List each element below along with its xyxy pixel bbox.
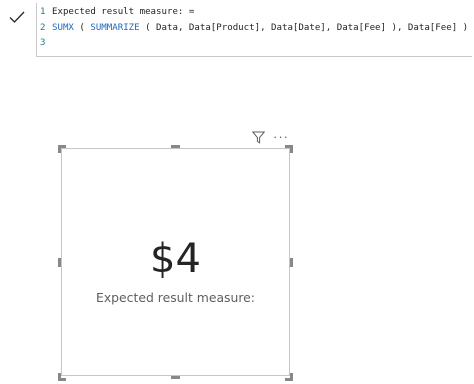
line-number: 2: [40, 23, 46, 33]
function-keyword: SUMMARIZE: [90, 23, 140, 33]
formula-bar: 1 Expected result measure: = 2 SUMX ( SUMM…: [0, 0, 474, 57]
filter-icon[interactable]: [250, 128, 266, 146]
more-options-icon[interactable]: ···: [272, 128, 290, 146]
line-number: 1: [40, 7, 46, 17]
card-label: Expected result measure:: [96, 290, 255, 305]
resize-handle-bottom[interactable]: [171, 376, 180, 379]
code-line-1: 1 Expected result measure: =: [37, 5, 194, 19]
card-value: $4: [150, 236, 201, 282]
resize-handle-bottom-left[interactable]: [58, 373, 66, 381]
resize-handle-top[interactable]: [171, 145, 180, 148]
checkmark-icon: [9, 11, 25, 23]
resize-handle-top-left[interactable]: [58, 145, 66, 153]
line-number: 3: [40, 38, 46, 48]
resize-handle-right[interactable]: [290, 258, 293, 267]
function-keyword: SUMX: [52, 23, 74, 33]
code-text: Expected result measure: =: [52, 7, 195, 17]
code-text: ( Data, Data[Product], Data[Date], Data[…: [139, 23, 469, 33]
resize-handle-top-right[interactable]: [285, 145, 293, 153]
card-visual[interactable]: $4 Expected result measure:: [61, 148, 290, 376]
code-line-3: 3: [37, 36, 52, 50]
code-line-2: 2 SUMX ( SUMMARIZE ( Data, Data[Product],…: [37, 21, 468, 35]
resize-handle-bottom-right[interactable]: [285, 373, 293, 381]
commit-button[interactable]: [0, 0, 34, 33]
resize-handle-left[interactable]: [58, 258, 61, 267]
dax-formula-editor[interactable]: 1 Expected result measure: = 2 SUMX ( SUMM…: [36, 3, 472, 57]
code-text: (: [73, 23, 91, 33]
